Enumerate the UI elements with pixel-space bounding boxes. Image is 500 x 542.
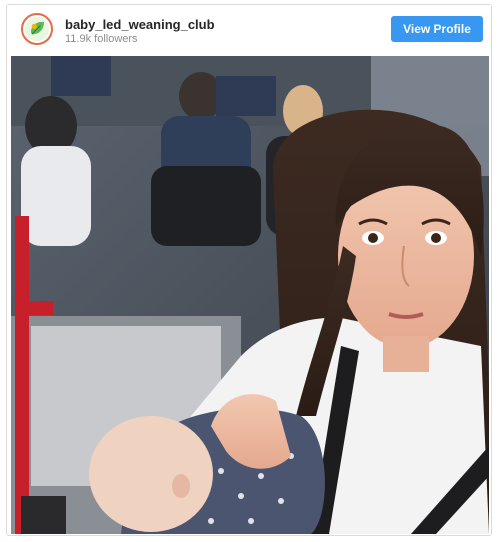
post-photo [11, 56, 489, 534]
post-header: baby_led_weaning_club 11.9k followers Vi… [7, 5, 491, 55]
instagram-post-card: baby_led_weaning_club 11.9k followers Vi… [6, 4, 492, 536]
profile-avatar[interactable] [21, 13, 53, 45]
post-image [11, 56, 489, 534]
username-link[interactable]: baby_led_weaning_club [65, 17, 215, 32]
follower-count: 11.9k followers [65, 33, 138, 45]
leaf-logo-icon [24, 16, 50, 42]
view-profile-button[interactable]: View Profile [391, 16, 483, 42]
